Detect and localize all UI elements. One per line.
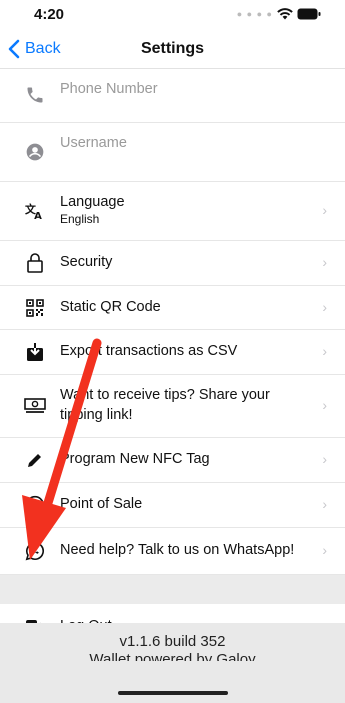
pencil-icon xyxy=(24,449,46,471)
chevron-right-icon: › xyxy=(322,451,327,467)
settings-row-label: Username xyxy=(60,135,127,151)
settings-row-security[interactable]: Security › xyxy=(0,241,345,286)
settings-row-value: English xyxy=(60,212,100,226)
navigation-bar: Back Settings xyxy=(0,30,345,69)
chevron-right-icon: › xyxy=(322,202,327,218)
chevron-right-icon: › xyxy=(322,496,327,512)
section-divider xyxy=(0,575,345,604)
settings-row-label: Static QR Code xyxy=(60,299,161,315)
chevron-right-icon: › xyxy=(322,343,327,359)
cash-icon xyxy=(24,395,46,417)
settings-list: Phone Number Username 文A Language Englis… xyxy=(0,68,345,650)
settings-row-whatsapp-help[interactable]: Need help? Talk to us on WhatsApp! › xyxy=(0,528,345,575)
settings-row-phone-number[interactable]: Phone Number xyxy=(0,68,345,123)
settings-row-label: Security xyxy=(60,254,113,270)
settings-row-program-nfc[interactable]: Program New NFC Tag › xyxy=(0,438,345,483)
status-icons: ● ● ● ● xyxy=(237,8,321,20)
lock-icon xyxy=(24,252,46,274)
wifi-icon xyxy=(277,8,293,20)
settings-row-static-qr[interactable]: Static QR Code › xyxy=(0,286,345,330)
settings-row-label: Need help? Talk to us on WhatsApp! xyxy=(60,542,295,558)
settings-row-language[interactable]: 文A Language English › xyxy=(0,182,345,241)
settings-row-point-of-sale[interactable]: Point of Sale › xyxy=(0,483,345,528)
chevron-right-icon: › xyxy=(322,254,327,270)
qr-code-icon xyxy=(24,297,46,319)
settings-row-label: Phone Number xyxy=(60,81,158,97)
download-icon xyxy=(24,341,46,363)
settings-row-username[interactable]: Username xyxy=(0,123,345,182)
settings-row-label: Export transactions as CSV xyxy=(60,343,238,359)
user-circle-icon xyxy=(24,141,46,163)
chevron-right-icon: › xyxy=(322,542,327,558)
settings-row-label: Language xyxy=(60,194,125,210)
powered-by-text: Wallet powered by Galoy xyxy=(89,651,256,661)
phone-icon xyxy=(24,84,46,106)
translate-icon: 文A xyxy=(24,200,46,222)
settings-row-label-line2: tipping link! xyxy=(60,407,133,423)
home-indicator xyxy=(118,691,228,695)
app-version: v1.1.6 build 352 xyxy=(119,633,226,650)
battery-icon xyxy=(297,8,321,20)
status-time: 4:20 xyxy=(34,6,65,23)
svg-text:A: A xyxy=(34,211,42,221)
point-of-sale-icon xyxy=(24,494,46,516)
settings-row-tipping-link[interactable]: Want to receive tips? Share your tipping… xyxy=(0,375,345,438)
whatsapp-icon xyxy=(24,540,46,562)
page-title: Settings xyxy=(140,40,205,57)
settings-row-label: Program New NFC Tag xyxy=(60,451,210,467)
chevron-right-icon: › xyxy=(322,299,327,315)
settings-row-label: Want to receive tips? Share your xyxy=(60,387,270,403)
settings-row-label: Point of Sale xyxy=(60,496,143,512)
settings-row-export-csv[interactable]: Export transactions as CSV › xyxy=(0,330,345,375)
chevron-right-icon: › xyxy=(322,397,327,413)
signal-icon: ● ● ● ● xyxy=(236,9,273,19)
status-bar: 4:20 ● ● ● ● xyxy=(0,0,345,30)
